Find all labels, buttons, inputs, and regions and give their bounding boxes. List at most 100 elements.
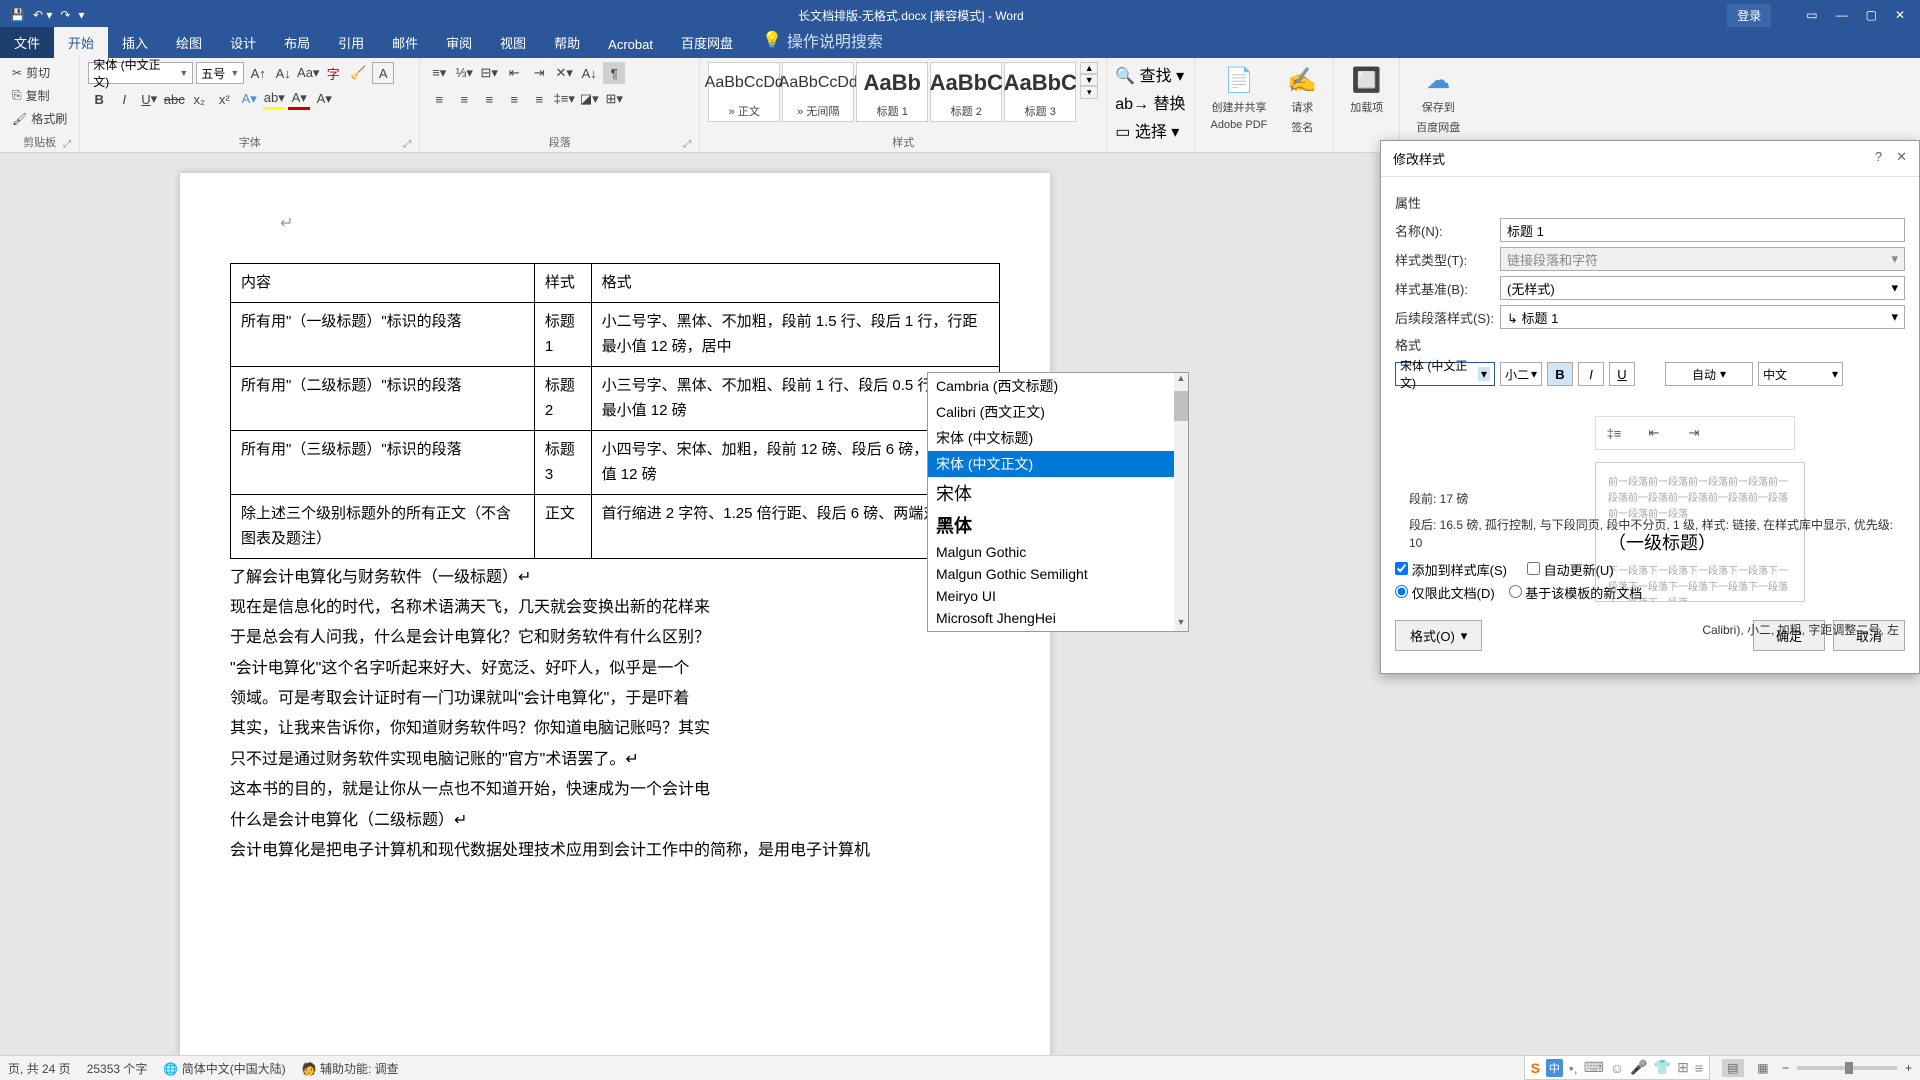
ime-punct-icon[interactable]: •, [1569,1060,1578,1076]
cut-button[interactable]: ✂剪切 [8,62,71,83]
dialog-italic-button[interactable]: I [1578,362,1604,386]
next-style-combo[interactable]: ↳ 标题 1▾ [1500,305,1905,329]
tab-design[interactable]: 设计 [216,27,270,58]
line-spacing-button[interactable]: ‡≡▾ [553,88,575,110]
select-button[interactable]: ▭ 选择 ▾ [1115,118,1185,142]
ime-emoji-icon[interactable]: ☺ [1610,1060,1624,1076]
align-right-button[interactable]: ≡ [478,88,500,110]
save-icon[interactable]: 💾 [10,8,25,22]
dropdown-scrollbar[interactable]: ▲ ▼ [1174,373,1188,631]
web-layout-icon[interactable]: ▦ [1752,1059,1774,1077]
numbering-button[interactable]: ⅓▾ [453,62,475,84]
decrease-indent-icon[interactable]: ⇤ [1642,423,1666,443]
line-spacing-1-icon[interactable]: ‡≡ [1602,423,1626,443]
bullets-button[interactable]: ≡▾ [428,62,450,84]
ime-settings-icon[interactable]: ≡ [1695,1060,1703,1076]
minimize-icon[interactable]: — [1836,8,1848,22]
dialog-underline-button[interactable]: U [1609,362,1635,386]
tab-mailings[interactable]: 邮件 [378,27,432,58]
grow-font-button[interactable]: A↑ [247,62,269,84]
change-case-button[interactable]: Aa▾ [297,62,319,84]
tab-draw[interactable]: 绘图 [162,27,216,58]
accessibility-status[interactable]: 🧑 辅助功能: 调查 [302,1060,399,1077]
underline-button[interactable]: U▾ [138,88,160,110]
align-left-button[interactable]: ≡ [428,88,450,110]
style-item[interactable]: AaBbC标题 2 [930,62,1002,122]
undo-icon[interactable]: ↶ ▾ [33,8,52,22]
font-option[interactable]: 宋体 (中文标题) [928,425,1188,451]
phonetic-button[interactable]: 字 [322,62,344,84]
clipboard-launcher-icon[interactable]: ⤢ [63,139,71,150]
word-count[interactable]: 25353 个字 [87,1060,148,1077]
replace-button[interactable]: ab→ 替换 [1115,90,1185,114]
font-option[interactable]: Microsoft JhengHei [928,607,1188,629]
font-option[interactable]: 宋体 [928,477,1188,509]
ribbon-options-icon[interactable]: ▭ [1806,8,1817,22]
font-option[interactable]: 黑体 [928,509,1188,541]
ime-lang-icon[interactable]: 中 [1546,1059,1563,1077]
style-item[interactable]: AaBbC标题 3 [1004,62,1076,122]
sort-button[interactable]: A↓ [578,62,600,84]
borders-button[interactable]: ⊞▾ [603,88,625,110]
show-marks-button[interactable]: ¶ [603,62,625,84]
login-button[interactable]: 登录 [1727,4,1771,27]
font-option[interactable]: Microsoft JhengHei Light [928,629,1188,632]
enclose-button[interactable]: A [372,62,394,84]
dialog-bold-button[interactable]: B [1547,362,1573,386]
font-option[interactable]: Malgun Gothic [928,541,1188,563]
font-option[interactable]: 宋体 (中文正文) [928,451,1188,477]
add-to-library-checkbox[interactable]: 添加到样式库(S) [1395,560,1507,579]
format-menu-button[interactable]: 格式(O) ▾ [1395,620,1482,651]
font-name-combo[interactable]: 宋体 (中文正文)▼ [88,62,193,84]
ime-mic-icon[interactable]: 🎤 [1630,1059,1647,1076]
align-center-button[interactable]: ≡ [453,88,475,110]
help-icon[interactable]: ? [1875,149,1882,168]
page-count[interactable]: 页, 共 24 页 [8,1060,71,1077]
increase-indent-button[interactable]: ⇥ [528,62,550,84]
zoom-in-icon[interactable]: + [1905,1061,1912,1075]
dialog-color-combo[interactable]: 自动▾ [1665,362,1753,386]
dialog-size-combo[interactable]: 小二▾ [1500,362,1542,386]
addins-button[interactable]: 🔲加载项 [1342,62,1391,119]
zoom-out-icon[interactable]: − [1782,1061,1789,1075]
clear-format-button[interactable]: 🧹 [347,62,369,84]
distribute-button[interactable]: ≡ [528,88,550,110]
scroll-up-icon[interactable]: ▲ [1174,373,1188,387]
zoom-slider[interactable] [1797,1066,1897,1070]
char-shading-button[interactable]: A▾ [313,88,335,110]
styles-scroll[interactable]: ▲▼▾ [1080,62,1098,99]
multilevel-button[interactable]: ⊟▾ [478,62,500,84]
font-launcher-icon[interactable]: ⤢ [403,139,411,150]
tab-view[interactable]: 视图 [486,27,540,58]
dialog-font-combo[interactable]: 宋体 (中文正文)▾ [1395,362,1495,386]
ime-keyboard-icon[interactable]: ⌨ [1584,1059,1604,1076]
style-name-input[interactable]: 标题 1 [1500,218,1905,242]
shrink-font-button[interactable]: A↓ [272,62,294,84]
copy-button[interactable]: ⎘复制 [8,85,71,106]
strike-button[interactable]: abc [163,88,185,110]
tab-review[interactable]: 审阅 [432,27,486,58]
scroll-down-icon[interactable]: ▼ [1174,617,1188,631]
style-item[interactable]: AaBbCcDd» 正文 [708,62,780,122]
format-painter-button[interactable]: 🖌格式刷 [8,108,71,129]
paragraph-launcher-icon[interactable]: ⤢ [683,139,691,150]
font-option[interactable]: Meiryo UI [928,585,1188,607]
request-sign-button[interactable]: ✍请求签名 [1279,62,1325,139]
asian-layout-button[interactable]: ✕▾ [553,62,575,84]
baidu-save-button[interactable]: ☁保存到百度网盘 [1408,62,1468,139]
tab-insert[interactable]: 插入 [108,27,162,58]
based-on-combo[interactable]: (无样式)▾ [1500,276,1905,300]
tab-file[interactable]: 文件 [0,27,54,58]
bold-button[interactable]: B [88,88,110,110]
italic-button[interactable]: I [113,88,135,110]
superscript-button[interactable]: x² [213,88,235,110]
find-button[interactable]: 🔍 查找 ▾ [1115,62,1185,86]
style-item[interactable]: AaBbCcDd» 无间隔 [782,62,854,122]
redo-icon[interactable]: ↷ [60,8,70,22]
tab-acrobat[interactable]: Acrobat [594,31,667,58]
dialog-lang-combo[interactable]: 中文▾ [1758,362,1843,386]
decrease-indent-button[interactable]: ⇤ [503,62,525,84]
shading-button[interactable]: ◪▾ [578,88,600,110]
ime-toolbox-icon[interactable]: ⊞ [1677,1059,1689,1076]
sogou-icon[interactable]: S [1531,1060,1540,1076]
